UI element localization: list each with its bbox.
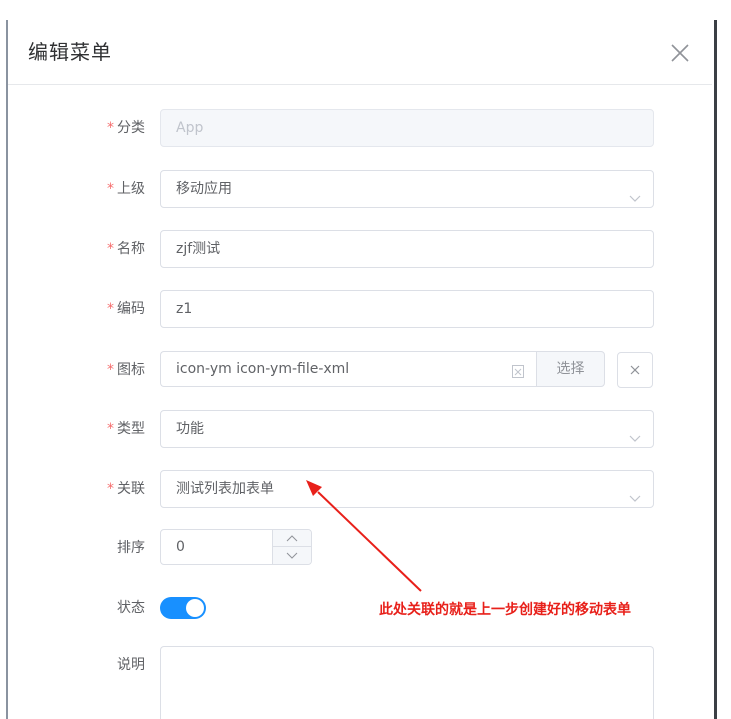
background-page-edge-left (0, 0, 8, 719)
background-page-edge-right (712, 0, 731, 719)
sort-value: 0 (176, 539, 185, 555)
icon-input-group: icon-ym icon-ym-file-xml 选择 (160, 351, 605, 387)
form-row-type: * 类型 功能 (8, 410, 712, 448)
description-textarea[interactable] (160, 646, 654, 719)
category-input[interactable]: App (160, 109, 654, 147)
chevron-down-icon (629, 422, 641, 442)
form-row-sort: 排序 (8, 529, 712, 567)
sort-label: 排序 (117, 540, 145, 556)
chevron-down-icon (629, 482, 641, 502)
sort-number-input[interactable]: 0 (160, 529, 312, 565)
increase-button[interactable] (273, 530, 311, 547)
close-icon[interactable] (668, 41, 692, 65)
form-row-relation: * 关联 测试列表加表单 (8, 470, 712, 508)
name-input[interactable]: zjf测试 (160, 230, 654, 268)
type-label: * 类型 (107, 421, 145, 437)
edit-menu-dialog: 编辑菜单 * 分类 App * 上级 移动应用 * 名称 zjf测试 * 编码 z1 *… (8, 0, 712, 719)
dialog-title: 编辑菜单 (28, 40, 112, 64)
parent-label: * 上级 (107, 181, 145, 197)
type-value: 功能 (176, 421, 204, 437)
category-label: * 分类 (107, 120, 145, 136)
parent-value: 移动应用 (176, 181, 232, 197)
type-select[interactable]: 功能 (160, 410, 654, 448)
parent-select[interactable]: 移动应用 (160, 170, 654, 208)
name-label: * 名称 (107, 241, 145, 257)
icon-value: icon-ym icon-ym-file-xml (176, 361, 350, 377)
form-row-icon: * 图标 icon-ym icon-ym-file-xml 选择 (8, 351, 712, 389)
code-input[interactable]: z1 (160, 290, 654, 328)
code-label: * 编码 (107, 301, 145, 317)
file-icon (512, 363, 524, 378)
form-row-name: * 名称 zjf测试 (8, 230, 712, 268)
form-row-code: * 编码 z1 (8, 290, 712, 328)
relation-label: * 关联 (107, 481, 145, 497)
description-label: 说明 (117, 657, 145, 673)
relation-value: 测试列表加表单 (176, 481, 274, 497)
chevron-down-icon (629, 182, 641, 202)
icon-label: * 图标 (107, 362, 145, 378)
toggle-knob (186, 599, 204, 617)
dialog-header: 编辑菜单 (8, 0, 712, 85)
decrease-button[interactable] (273, 547, 311, 564)
status-toggle[interactable] (160, 597, 206, 619)
clear-icon-button[interactable] (617, 352, 653, 388)
form-row-category: * 分类 App (8, 109, 712, 147)
relation-select[interactable]: 测试列表加表单 (160, 470, 654, 508)
form-row-parent: * 上级 移动应用 (8, 170, 712, 208)
annotation-text: 此处关联的就是上一步创建好的移动表单 (379, 602, 631, 618)
status-label: 状态 (117, 600, 145, 616)
sort-stepper (272, 530, 311, 564)
choose-icon-button[interactable]: 选择 (536, 351, 605, 387)
icon-input[interactable]: icon-ym icon-ym-file-xml (160, 351, 536, 387)
